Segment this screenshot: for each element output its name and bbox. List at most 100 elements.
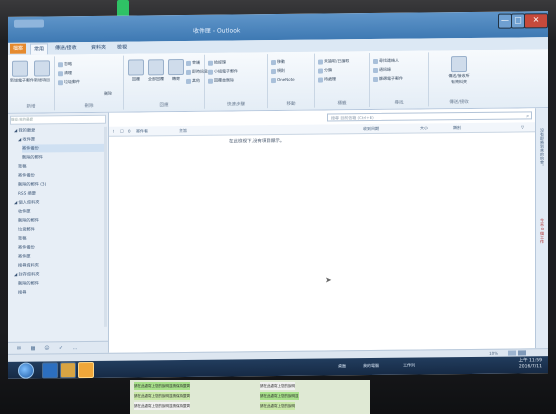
mailbox-search-input[interactable]: 搜尋 目前信箱 (Ctrl+E) ⌕ (327, 111, 532, 122)
folder-item[interactable]: 垃圾郵件 (18, 225, 104, 234)
categorize-button[interactable]: 分類 (318, 66, 332, 74)
close-button[interactable]: ✕ (524, 13, 548, 29)
tab-home[interactable]: 常用 (30, 43, 49, 55)
folder-item[interactable]: 刪除的郵件 (18, 279, 104, 288)
unread-read-button[interactable]: 未讀取/已讀取 (318, 57, 350, 65)
calendar-icon[interactable]: ▦ (30, 346, 36, 352)
cleanup-button[interactable]: 清理 (58, 69, 72, 76)
filter-email-button[interactable]: 篩選電子郵件 (373, 75, 403, 82)
folder-item[interactable]: 寄件備份 (22, 143, 104, 153)
tab-view[interactable]: 檢視 (114, 43, 130, 53)
quick-access-toolbar[interactable] (14, 19, 44, 28)
move-button[interactable]: 移動 (271, 58, 285, 65)
folder-item[interactable]: 寄件備份 (18, 171, 104, 180)
ignore-button[interactable]: 忽略 (58, 60, 72, 67)
tab-send-receive[interactable]: 傳送/接收 (52, 43, 80, 53)
zoom-level[interactable]: 10% (489, 351, 498, 356)
meeting-button[interactable]: 會議 (186, 59, 200, 66)
sticker-label: 請在此處寫上您的說明並 (260, 392, 299, 400)
forward-button[interactable]: 轉寄 (166, 58, 186, 82)
folder-item[interactable]: ◢ 我的最愛 (14, 126, 104, 135)
more-icon[interactable]: … (72, 345, 78, 351)
address-book-button[interactable]: 通訊錄 (373, 66, 391, 73)
reply-all-button[interactable]: 全部回覆 (146, 59, 166, 82)
delete-button[interactable]: 刪除 (104, 90, 112, 97)
folder-pane-scrollbar[interactable] (104, 126, 107, 327)
group-move: 移動 規則 OneNote 移動 (268, 53, 315, 109)
new-items-label: 新增項目 (34, 77, 50, 83)
folder-item[interactable]: 刪除的郵件 (3) (18, 180, 104, 189)
column-attachment[interactable]: 0 (128, 127, 131, 136)
folder-item[interactable]: 草稿 (18, 234, 104, 243)
column-size[interactable]: 大小 (420, 123, 428, 132)
todo-appointments-text: 沒有即將到來的約會。 (540, 128, 545, 169)
tasks-icon[interactable]: ✓ (58, 345, 64, 351)
more-respond-icon (186, 78, 191, 84)
sticker-label: 請在此處寫上您的說明 (260, 382, 295, 390)
column-received[interactable]: 收到日期 (363, 124, 379, 133)
junk-button[interactable]: 垃圾郵件 (58, 78, 80, 85)
reply-delete-label: 回覆並刪除 (214, 77, 234, 83)
folder-search-box[interactable]: 搜尋:我的最愛 (10, 114, 106, 125)
rules-button[interactable]: 規則 (271, 67, 285, 74)
send-receive-all-button[interactable]: 傳送/接收所有資料夾 (447, 56, 471, 85)
mouse-pointer-icon: ➤ (325, 275, 332, 285)
folder-item[interactable]: 搜尋 (18, 288, 104, 297)
move-icon (271, 59, 276, 65)
junk-label: 垃圾郵件 (64, 79, 80, 85)
tray-desktop[interactable]: 桌面 (338, 363, 346, 369)
screen: 收件匣 - Outlook — □ ✕ 檔案 常用 傳送/接收 資料夾 檢視 新… (8, 11, 548, 379)
onenote-button[interactable]: OneNote (271, 76, 295, 83)
minimize-button[interactable]: — (498, 13, 512, 29)
people-icon[interactable]: ☺ (44, 345, 50, 351)
new-items-icon (34, 60, 50, 77)
maximize-button[interactable]: □ (511, 13, 525, 29)
tray-computer[interactable]: 我的電腦 (363, 363, 379, 369)
tab-file[interactable]: 檔案 (10, 43, 27, 54)
unread-read-label: 未讀取/已讀取 (324, 58, 350, 64)
team-email-label: 小組電子郵件 (214, 68, 238, 74)
column-subject[interactable]: 主旨 (179, 126, 187, 135)
more-respond-button[interactable]: 其他 (186, 77, 200, 84)
reply-button[interactable]: 回覆 (126, 59, 146, 82)
folder-item[interactable]: 刪除的郵件 (22, 153, 104, 162)
column-icon[interactable]: ☐ (120, 127, 124, 136)
new-email-button[interactable]: 新增電子郵件 (10, 60, 34, 84)
new-items-button[interactable]: 新增項目 (32, 60, 52, 83)
search-icon[interactable]: ⌕ (526, 112, 529, 120)
reading-view-icon[interactable] (518, 350, 526, 356)
folder-item[interactable]: ◢ 個人資料夾 (14, 198, 104, 207)
folder-item[interactable]: 寄件備份 (18, 243, 104, 252)
column-categories[interactable]: 類別 (453, 123, 461, 132)
taskbar-internet-explorer[interactable] (42, 362, 58, 379)
start-button[interactable] (18, 362, 34, 379)
normal-view-icon[interactable] (508, 350, 516, 356)
group-move-name: 移動 (286, 101, 296, 107)
system-clock[interactable]: 上午 11:59 2016/7/11 (519, 358, 542, 370)
folder-item[interactable]: ◢ 收件匣 (18, 135, 104, 144)
folder-item[interactable]: ◢ 封存資料夾 (14, 270, 104, 279)
find-contact-button[interactable]: 尋找連絡人 (373, 57, 399, 64)
to-manager-button[interactable]: 給經理 (208, 59, 226, 66)
team-email-button[interactable]: 小組電子郵件 (208, 67, 238, 75)
column-from[interactable]: 寄件者 (136, 126, 148, 135)
column-importance[interactable]: ! (113, 127, 115, 136)
tab-folder[interactable]: 資料夾 (88, 43, 109, 53)
tray-taskbar[interactable]: 工作列 (403, 363, 415, 369)
folder-item[interactable]: 寄件匣 (18, 252, 104, 261)
group-delete-name: 刪除 (84, 103, 94, 110)
address-book-label: 通訊錄 (379, 66, 391, 72)
reply-delete-button[interactable]: 回覆並刪除 (208, 76, 234, 84)
follow-up-button[interactable]: 待處理 (318, 75, 336, 83)
folder-item[interactable]: 草稿 (18, 162, 104, 171)
mail-icon[interactable]: ✉ (16, 346, 22, 352)
taskbar-outlook[interactable] (78, 361, 94, 379)
column-filter[interactable]: ▽ (521, 122, 524, 131)
folder-item[interactable]: RSS 摘要 (18, 189, 104, 198)
group-new: 新增電子郵件 新增項目 新增 (8, 56, 55, 111)
folder-item[interactable]: 搜尋資料夾 (18, 261, 104, 270)
folder-item[interactable]: 收件匣 (18, 207, 104, 216)
folder-item[interactable]: 刪除的郵件 (18, 216, 104, 225)
taskbar-file-explorer[interactable] (60, 362, 76, 379)
forward-icon (168, 58, 184, 76)
